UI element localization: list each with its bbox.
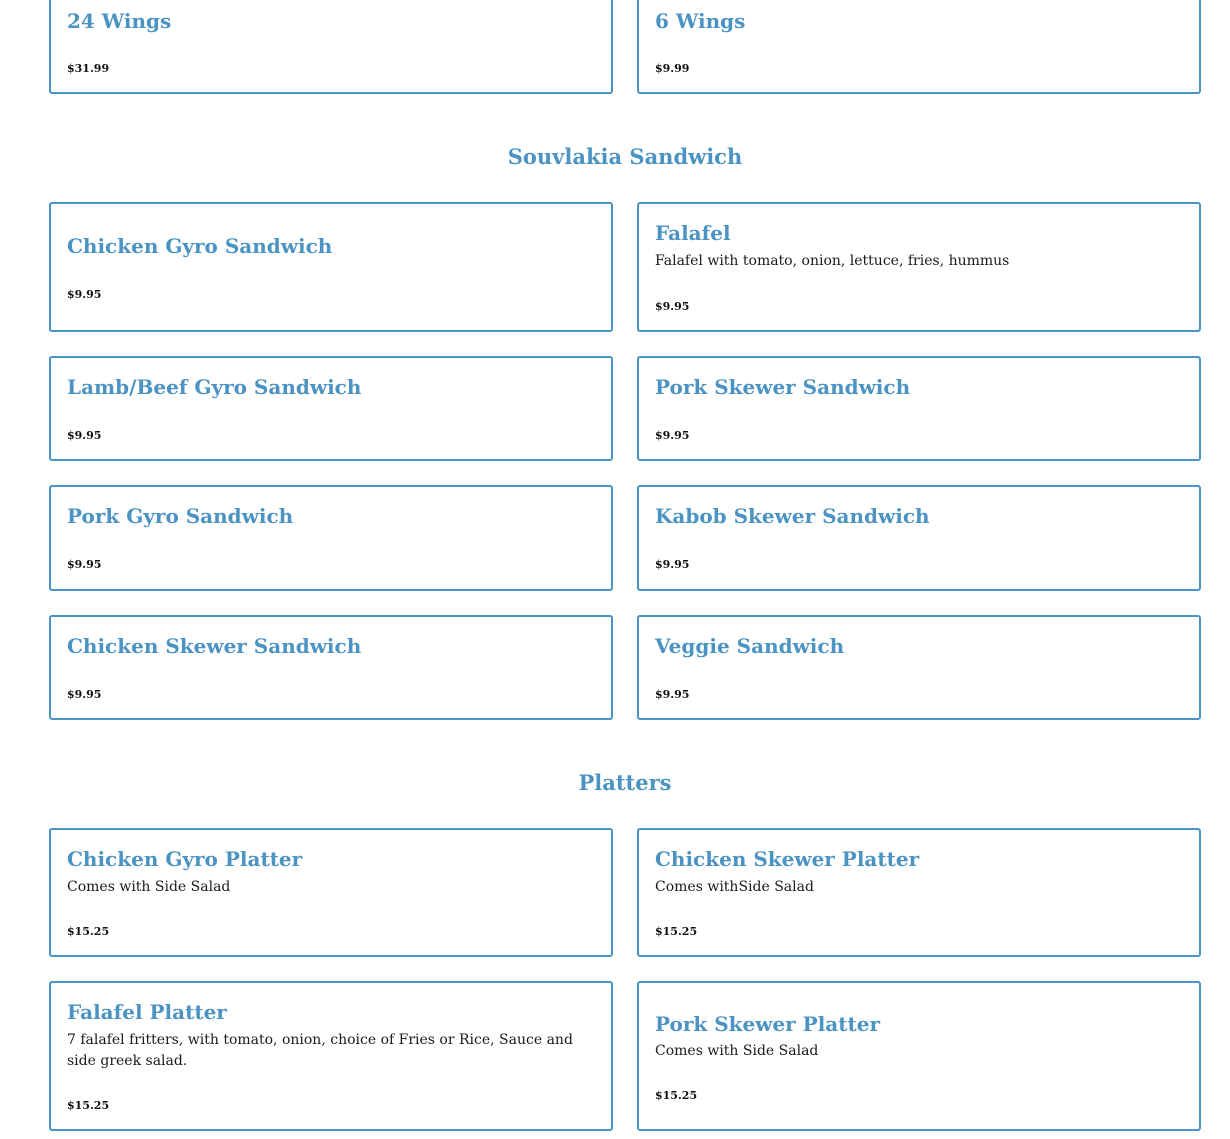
menu-item-price: $9.99 xyxy=(655,62,690,75)
menu-item-price: $15.25 xyxy=(655,1089,698,1102)
menu-item-name: 24 Wings xyxy=(67,9,172,33)
menu-item-description: Comes with Side Salad xyxy=(655,1043,819,1059)
menu-item-name: Chicken Skewer Platter xyxy=(655,847,920,871)
menu-item-name: Chicken Gyro Sandwich xyxy=(67,234,333,258)
menu-item-name: Pork Skewer Platter xyxy=(655,1012,880,1036)
menu-item-name: 6 Wings xyxy=(655,9,746,33)
menu-item-description: Comes with Side Salad xyxy=(67,879,231,895)
menu-item-price: $9.95 xyxy=(655,300,690,313)
menu-item-card[interactable]: 24 Wings $31.99 xyxy=(49,0,613,94)
menu-item-name: Pork Gyro Sandwich xyxy=(67,504,294,528)
menu-item-price: $9.95 xyxy=(655,558,690,571)
menu-item-price: $15.25 xyxy=(67,925,110,938)
menu-item-name: Chicken Skewer Sandwich xyxy=(67,634,362,658)
section-title-platters: Platters xyxy=(578,770,672,795)
menu-item-name: Lamb/Beef Gyro Sandwich xyxy=(67,375,362,399)
menu-item-description: 7 falafel fritters, with tomato, onion, … xyxy=(67,1032,573,1069)
menu-item-card[interactable]: Chicken Gyro Sandwich $9.95 xyxy=(49,202,613,332)
menu-item-card[interactable]: Lamb/Beef Gyro Sandwich $9.95 xyxy=(49,356,613,461)
menu-item-price: $9.95 xyxy=(67,558,102,571)
menu-item-price: $9.95 xyxy=(67,429,102,442)
menu-item-price: $31.99 xyxy=(67,62,110,75)
menu-item-name: Falafel Platter xyxy=(67,1000,227,1024)
menu-item-description: Comes withSide Salad xyxy=(655,879,814,895)
menu-item-card[interactable]: Falafel Platter 7 falafel fritters, with… xyxy=(49,981,613,1131)
menu-item-description: Falafel with tomato, onion, lettuce, fri… xyxy=(655,253,1010,269)
menu-item-card[interactable]: Kabob Skewer Sandwich $9.95 xyxy=(637,485,1201,591)
menu-item-name: Kabob Skewer Sandwich xyxy=(655,504,930,528)
menu-item-name: Pork Skewer Sandwich xyxy=(655,375,911,399)
menu-item-price: $15.25 xyxy=(655,925,698,938)
menu-item-card[interactable]: Veggie Sandwich $9.95 xyxy=(637,615,1201,720)
menu-item-card[interactable]: Chicken Skewer Sandwich $9.95 xyxy=(49,615,613,720)
menu-item-name: Chicken Gyro Platter xyxy=(67,847,303,871)
menu-item-card[interactable]: Chicken Gyro Platter Comes with Side Sal… xyxy=(49,828,613,957)
section-title-souvlakia: Souvlakia Sandwich xyxy=(507,144,743,169)
menu-item-price: $9.95 xyxy=(655,429,690,442)
menu-item-card[interactable]: Chicken Skewer Platter Comes withSide Sa… xyxy=(637,828,1201,957)
menu-item-card[interactable]: Pork Skewer Sandwich $9.95 xyxy=(637,356,1201,461)
menu-item-price: $9.95 xyxy=(655,688,690,701)
menu-item-name: Falafel xyxy=(655,221,731,245)
menu-item-card[interactable]: Pork Gyro Sandwich $9.95 xyxy=(49,485,613,591)
menu-item-price: $15.25 xyxy=(67,1099,110,1112)
menu-item-price: $9.95 xyxy=(67,688,102,701)
menu-item-card[interactable]: 6 Wings $9.99 xyxy=(637,0,1201,94)
menu-item-price: $9.95 xyxy=(67,288,102,301)
menu-item-name: Veggie Sandwich xyxy=(655,634,845,658)
menu-item-card[interactable]: Falafel Falafel with tomato, onion, lett… xyxy=(637,202,1201,332)
menu-item-card[interactable]: Pork Skewer Platter Comes with Side Sala… xyxy=(637,981,1201,1131)
